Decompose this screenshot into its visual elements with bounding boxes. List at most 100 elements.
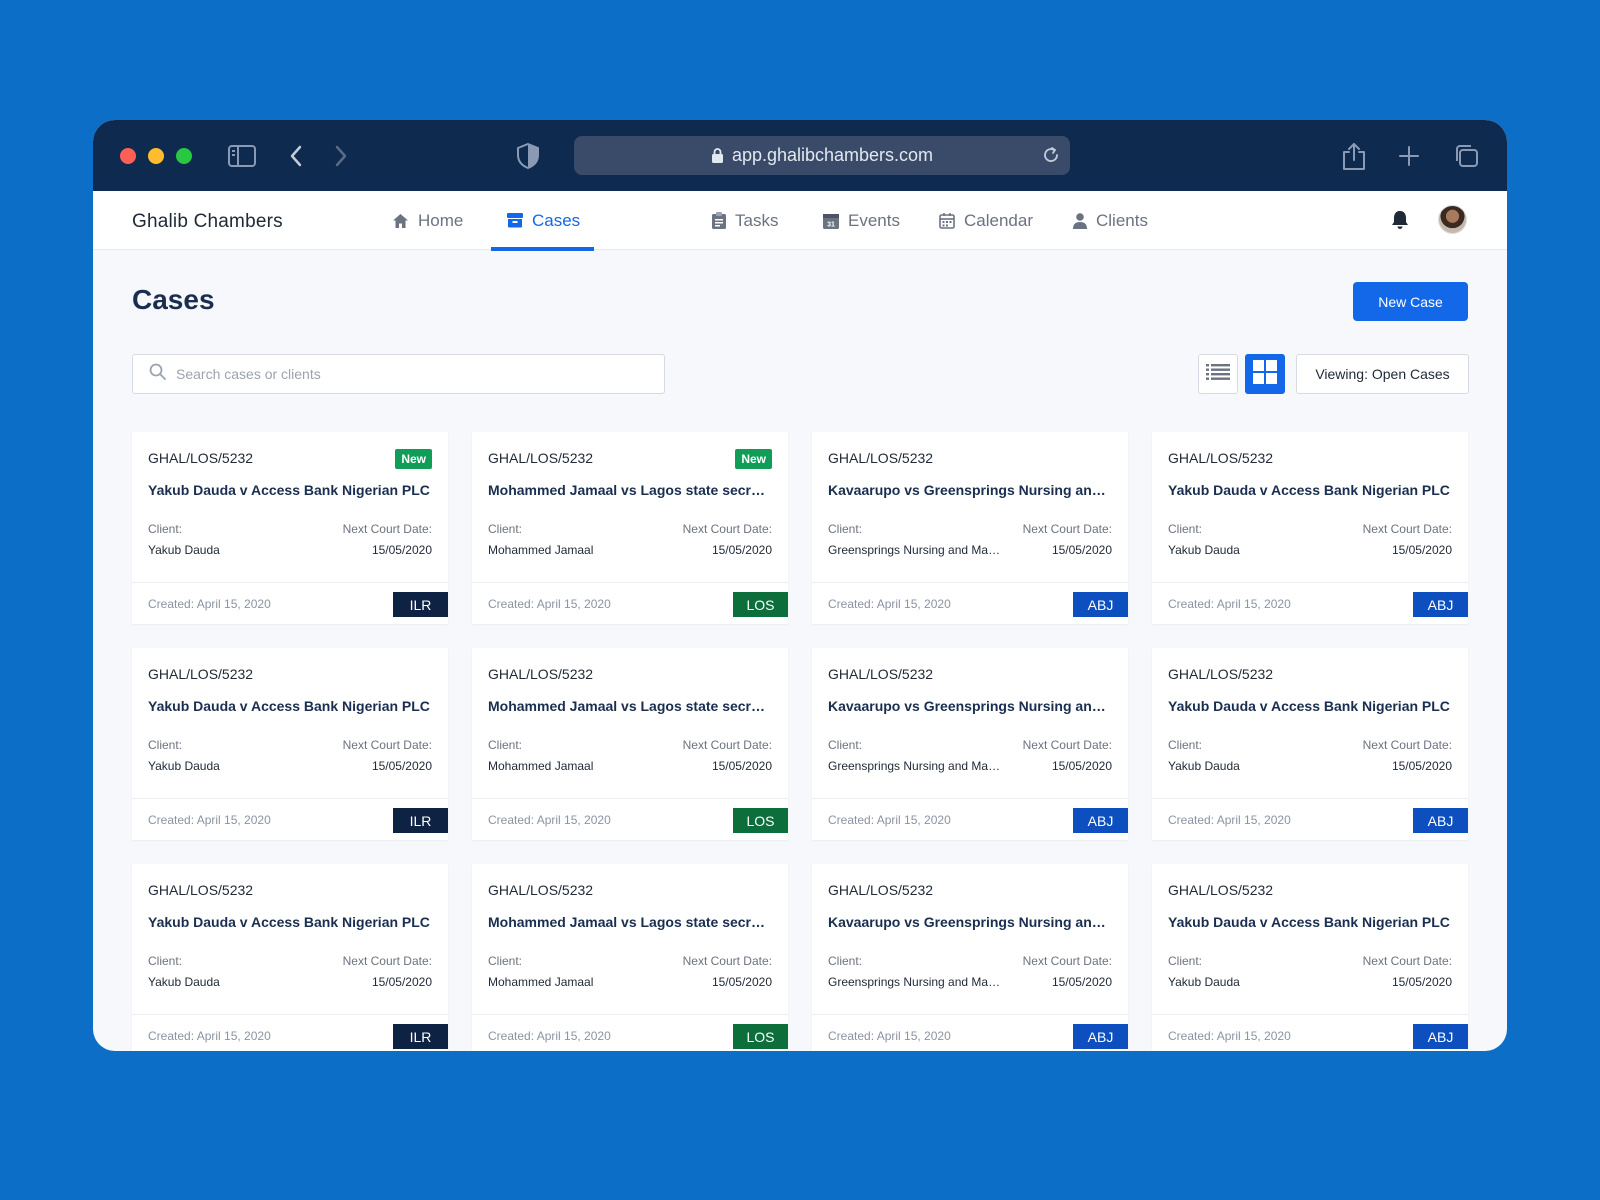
case-card[interactable]: GHAL/LOS/5232 Yakub Dauda v Access Bank N… (132, 864, 448, 1051)
next-court-date-label: Next Court Date: (682, 738, 772, 752)
card-footer: Created: April 15, 2020 ABJ (812, 582, 1128, 624)
search-input[interactable] (176, 366, 616, 382)
next-court-date: 15/05/2020 (1391, 759, 1452, 773)
court-badge: ABJ (1413, 592, 1468, 617)
nav-home[interactable]: Home (376, 191, 479, 250)
case-title[interactable]: Kavaarupo vs Greensprings Nursing and Ma… (828, 914, 1112, 930)
case-card[interactable]: GHAL/LOS/5232 Mohammed Jamaal vs Lagos st… (472, 864, 788, 1051)
nav-events[interactable]: 31 Events (807, 191, 916, 250)
nav-clients[interactable]: Clients (1057, 191, 1164, 250)
nav-calendar-label: Calendar (964, 210, 1033, 230)
next-court-date-label: Next Court Date: (1362, 954, 1452, 968)
client-label: Client: (1168, 738, 1203, 752)
search-box[interactable] (132, 354, 665, 394)
card-footer: Created: April 15, 2020 LOS (472, 582, 788, 624)
court-badge: ILR (393, 1024, 448, 1049)
minimize-window-button[interactable] (148, 148, 164, 164)
nav-clients-label: Clients (1096, 210, 1148, 230)
created-date: Created: April 15, 2020 (828, 597, 951, 611)
bell-icon[interactable] (1391, 210, 1409, 235)
case-reference: GHAL/LOS/5232 (828, 882, 934, 898)
new-case-button[interactable]: New Case (1353, 282, 1468, 321)
case-card[interactable]: GHAL/LOS/5232 Yakub Dauda v Access Bank N… (132, 648, 448, 840)
created-date: Created: April 15, 2020 (1168, 1029, 1291, 1043)
shield-icon[interactable] (517, 140, 539, 172)
nav-cases-label: Cases (532, 210, 581, 230)
next-court-date: 15/05/2020 (1051, 975, 1112, 989)
case-card[interactable]: GHAL/LOS/5232 Kavaarupo vs Greensprings N… (812, 864, 1128, 1051)
case-card[interactable]: GHAL/LOS/5232 Kavaarupo vs Greensprings N… (812, 432, 1128, 624)
next-court-date-label: Next Court Date: (1022, 738, 1112, 752)
next-court-date: 15/05/2020 (1391, 543, 1452, 557)
card-footer: Created: April 15, 2020 ILR (132, 1014, 448, 1051)
avatar[interactable] (1438, 205, 1467, 234)
case-card[interactable]: GHAL/LOS/5232 Mohammed Jamaal vs Lagos st… (472, 648, 788, 840)
search-icon (149, 363, 166, 385)
case-title[interactable]: Yakub Dauda v Access Bank Nigerian PLC (148, 698, 432, 714)
reload-icon[interactable] (1042, 146, 1060, 164)
created-date: Created: April 15, 2020 (1168, 813, 1291, 827)
browser-toolbar: app.ghalibchambers.com (93, 120, 1507, 191)
next-court-date: 15/05/2020 (711, 975, 772, 989)
case-title[interactable]: Mohammed Jamaal vs Lagos state secretari… (488, 914, 772, 930)
share-icon[interactable] (1343, 140, 1365, 172)
client-name: Greensprings Nursing and Maternity (828, 759, 1003, 773)
calendar-icon (939, 212, 955, 229)
court-badge: LOS (733, 1024, 788, 1049)
grid-view-button[interactable] (1245, 354, 1285, 394)
case-title[interactable]: Mohammed Jamaal vs Lagos state secretari… (488, 698, 772, 714)
nav-cases[interactable]: Cases (491, 191, 594, 251)
case-title[interactable]: Mohammed Jamaal vs Lagos state secretari… (488, 482, 772, 498)
next-court-date-label: Next Court Date: (1362, 522, 1452, 536)
case-reference: GHAL/LOS/5232 (828, 450, 934, 466)
case-reference: GHAL/LOS/5232 (148, 666, 254, 682)
case-card[interactable]: GHAL/LOS/5232 Yakub Dauda v Access Bank N… (1152, 864, 1468, 1051)
court-badge: ILR (393, 808, 448, 833)
close-window-button[interactable] (120, 148, 136, 164)
clipboard-icon (712, 212, 726, 229)
next-court-date-label: Next Court Date: (342, 954, 432, 968)
case-reference: GHAL/LOS/5232 (488, 882, 594, 898)
case-card[interactable]: GHAL/LOS/5232 Kavaarupo vs Greensprings N… (812, 648, 1128, 840)
viewing-filter-dropdown[interactable]: Viewing: Open Cases (1296, 354, 1469, 394)
address-bar[interactable]: app.ghalibchambers.com (574, 136, 1070, 175)
events-icon: 31 (823, 213, 839, 229)
next-court-date: 15/05/2020 (1051, 543, 1112, 557)
card-footer: Created: April 15, 2020 ABJ (1152, 798, 1468, 840)
case-title[interactable]: Yakub Dauda v Access Bank Nigerian PLC (148, 482, 432, 498)
case-title[interactable]: Yakub Dauda v Access Bank Nigerian PLC (1168, 698, 1452, 714)
court-badge: ILR (393, 592, 448, 617)
forward-arrow-icon[interactable] (333, 140, 349, 172)
case-reference: GHAL/LOS/5232 (148, 450, 254, 466)
list-view-button[interactable] (1198, 354, 1238, 394)
case-card[interactable]: GHAL/LOS/5232 New Yakub Dauda v Access Ban… (132, 432, 448, 624)
card-footer: Created: April 15, 2020 LOS (472, 1014, 788, 1051)
new-tab-icon[interactable] (1398, 140, 1420, 172)
created-date: Created: April 15, 2020 (148, 597, 271, 611)
next-court-date-label: Next Court Date: (1022, 954, 1112, 968)
case-title[interactable]: Kavaarupo vs Greensprings Nursing and Ma… (828, 698, 1112, 714)
tabs-overview-icon[interactable] (1453, 140, 1479, 172)
case-title[interactable]: Kavaarupo vs Greensprings Nursing and Ma… (828, 482, 1112, 498)
nav-tasks[interactable]: Tasks (696, 191, 794, 250)
created-date: Created: April 15, 2020 (828, 813, 951, 827)
client-label: Client: (488, 522, 523, 536)
nav-calendar[interactable]: Calendar (923, 191, 1049, 250)
page-title: Cases (132, 284, 215, 315)
case-title[interactable]: Yakub Dauda v Access Bank Nigerian PLC (1168, 482, 1452, 498)
client-name: Yakub Dauda (1168, 759, 1240, 773)
next-court-date-label: Next Court Date: (682, 954, 772, 968)
case-title[interactable]: Yakub Dauda v Access Bank Nigerian PLC (1168, 914, 1452, 930)
nav-tasks-label: Tasks (735, 210, 779, 230)
case-card[interactable]: GHAL/LOS/5232 New Mohammed Jamaal vs Lagos… (472, 432, 788, 624)
case-card[interactable]: GHAL/LOS/5232 Yakub Dauda v Access Bank N… (1152, 648, 1468, 840)
case-title[interactable]: Yakub Dauda v Access Bank Nigerian PLC (148, 914, 432, 930)
case-reference: GHAL/LOS/5232 (488, 450, 594, 466)
sidebar-toggle-icon[interactable] (228, 140, 256, 172)
client-label: Client: (488, 954, 523, 968)
back-arrow-icon[interactable] (288, 140, 304, 172)
client-name: Mohammed Jamaal (488, 759, 594, 773)
brand-logo[interactable]: Ghalib Chambers (132, 211, 283, 233)
case-card[interactable]: GHAL/LOS/5232 Yakub Dauda v Access Bank N… (1152, 432, 1468, 624)
maximize-window-button[interactable] (176, 148, 192, 164)
